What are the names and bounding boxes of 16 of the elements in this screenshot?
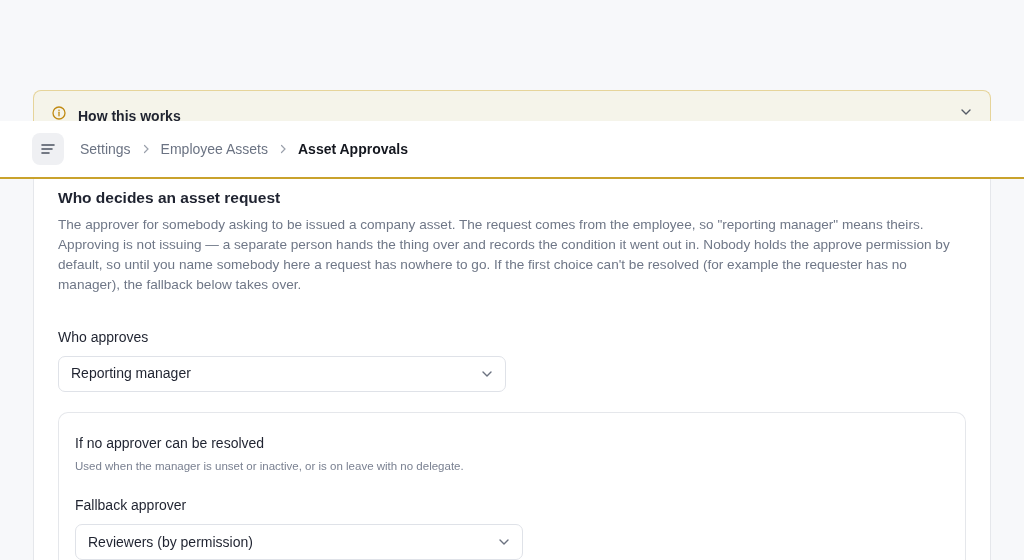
breadcrumb-link[interactable]: Employee Assets (160, 138, 268, 160)
current-page-title: Asset Approvals (298, 139, 408, 159)
section-title: Who decides an asset request (58, 188, 282, 208)
breadcrumb-separator-icon (278, 144, 288, 154)
info-banner[interactable]: How this works (33, 90, 991, 121)
menu-icon (41, 143, 55, 155)
section-description: The approver for somebody asking to be issued a company asset. The request comes from the employee, so "reporting manager" means theirs. Approving is not issuing — a separate person hands the thing over and records the condition it went out in. Nobody holds the approve permission by default, so until you name somebody here a request has nowhere to go. If the first choice can't be resolved (for example the requester has no manager), the fallback below takes over. (58, 216, 951, 294)
info-icon (52, 106, 66, 120)
panel-title: If no approver can be resolved (75, 433, 266, 453)
breadcrumb-link[interactable]: Settings (80, 138, 131, 160)
field-label: Fallback approver (75, 496, 188, 515)
approver-select[interactable]: Reporting manager (58, 356, 506, 392)
field-label: Who approves (58, 328, 150, 347)
panel-hint: Used when the manager is unset or inactive, or is on leave with no delegate. (75, 458, 465, 474)
menu-button[interactable] (32, 133, 64, 165)
fallback-select[interactable]: Reviewers (by permission) (75, 524, 523, 560)
